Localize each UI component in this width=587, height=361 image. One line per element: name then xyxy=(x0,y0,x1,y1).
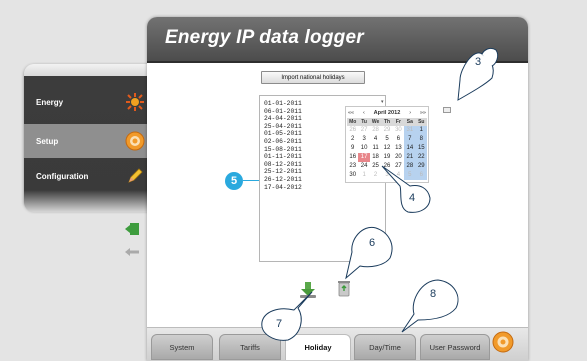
sidebar-item-label: Configuration xyxy=(36,171,89,181)
calendar-day[interactable]: 16 xyxy=(347,153,358,162)
calendar-day[interactable]: 10 xyxy=(358,144,369,153)
callout-number: 7 xyxy=(276,318,283,330)
back-arrow-icon[interactable] xyxy=(124,244,140,256)
dropdown-arrow-icon[interactable]: ▾ xyxy=(381,99,386,105)
next-month-button[interactable]: › xyxy=(409,110,411,116)
import-national-holidays-button[interactable]: Import national holidays xyxy=(261,71,365,84)
callout-5-line xyxy=(243,180,259,181)
calendar-day[interactable]: 2 xyxy=(347,135,358,144)
callout-number: 8 xyxy=(430,288,437,300)
calendar-day[interactable]: 4 xyxy=(370,135,381,144)
holiday-date-item[interactable]: 08-12-2011 xyxy=(264,161,302,169)
holiday-dates: 01-01-2011 06-01-2011 24-04-2011 25-04-2011… xyxy=(264,100,302,191)
calendar-day[interactable]: 8 xyxy=(415,135,427,144)
callout-6: 6 xyxy=(340,222,400,280)
calendar-header: «« ‹ April 2012 › »» xyxy=(346,107,428,118)
holiday-date-item[interactable]: 15-08-2011 xyxy=(264,146,302,154)
app-title: Energy IP data logger xyxy=(165,27,364,48)
calendar-day[interactable]: 21 xyxy=(404,153,416,162)
settings-gear-icon[interactable] xyxy=(491,330,515,354)
holiday-date-item[interactable]: 01-05-2011 xyxy=(264,130,302,138)
calendar-day[interactable]: 14 xyxy=(404,144,416,153)
callout-7: 7 xyxy=(254,288,318,344)
prev-month-button[interactable]: ‹ xyxy=(363,110,365,116)
calendar-day[interactable]: 9 xyxy=(347,144,358,153)
sidebar-item-energy[interactable]: Energy xyxy=(24,85,156,119)
calendar-day[interactable]: 19 xyxy=(381,153,392,162)
callout-4: 4 xyxy=(378,162,438,218)
holiday-date-item[interactable]: 24-04-2011 xyxy=(264,115,302,123)
calendar-day[interactable]: 23 xyxy=(347,162,358,171)
holiday-date-item[interactable]: 06-01-2011 xyxy=(264,108,302,116)
callout-3: 3 xyxy=(452,44,502,108)
calendar-weekday-header: Tu xyxy=(358,118,370,126)
next-year-button[interactable]: »» xyxy=(420,110,426,116)
calendar-day[interactable]: 29 xyxy=(381,126,392,135)
calendar-day[interactable]: 11 xyxy=(370,144,381,153)
prev-year-button[interactable]: «« xyxy=(348,110,354,116)
holiday-date-item[interactable]: 02-06-2011 xyxy=(264,138,302,146)
calendar-weekday-header: Mo xyxy=(347,118,359,126)
screen: Energy Setup Configuration Energy IP dat… xyxy=(0,0,587,361)
calendar-weekday-header: We xyxy=(369,118,382,126)
tab-system[interactable]: System xyxy=(151,334,213,360)
calendar-day[interactable]: 6 xyxy=(393,135,404,144)
callout-number: 3 xyxy=(475,56,482,68)
calendar-day[interactable]: 18 xyxy=(370,153,381,162)
callout-number: 4 xyxy=(409,192,416,204)
calendar-weekday-header: Fr xyxy=(392,118,405,126)
tab-day-time[interactable]: Day/Time xyxy=(354,334,416,360)
calendar-weekday-header: Sa xyxy=(404,118,416,126)
calendar-day[interactable]: 20 xyxy=(393,153,404,162)
calendar-day[interactable]: 26 xyxy=(347,126,358,135)
side-menu: Energy Setup Configuration xyxy=(24,64,156,210)
calendar-day[interactable]: 31 xyxy=(404,126,416,135)
exit-icon[interactable] xyxy=(124,222,140,236)
holiday-date-item[interactable]: 25-04-2011 xyxy=(264,123,302,131)
gear-icon xyxy=(122,128,148,154)
calendar-day[interactable]: 5 xyxy=(381,135,392,144)
calendar-day[interactable]: 15 xyxy=(415,144,427,153)
calendar-day[interactable]: 30 xyxy=(393,126,404,135)
energy-icon xyxy=(122,89,148,115)
calendar-day[interactable]: 1 xyxy=(358,171,369,180)
holiday-date-item[interactable]: 01-01-2011 xyxy=(264,100,302,108)
calendar-day[interactable]: 27 xyxy=(358,126,369,135)
callout-5: 5 xyxy=(225,172,243,190)
holiday-date-item[interactable]: 17-04-2012 xyxy=(264,184,302,192)
calendar-day[interactable]: 24 xyxy=(358,162,369,171)
holiday-date-item[interactable]: 01-11-2011 xyxy=(264,153,302,161)
calendar-day[interactable]: 17 xyxy=(358,153,370,162)
sidebar-item-configuration[interactable]: Configuration xyxy=(24,159,156,193)
tab-bar: System Tariffs Holiday Day/Time User Pas… xyxy=(147,327,528,361)
holiday-date-item[interactable]: 26-12-2011 xyxy=(264,176,302,184)
pencil-icon xyxy=(122,163,148,189)
calendar-weekday-header: Th xyxy=(381,118,393,126)
calendar-day[interactable]: 3 xyxy=(358,135,369,144)
sidebar-item-label: Energy xyxy=(36,97,64,107)
calendar-day[interactable]: 1 xyxy=(415,126,427,135)
calendar-day[interactable]: 13 xyxy=(393,144,404,153)
calendar-weekday-header: Su xyxy=(415,118,427,126)
sidebar-item-label: Setup xyxy=(36,136,59,146)
calendar-toggle-button[interactable] xyxy=(443,107,451,113)
tab-user-password[interactable]: User Password xyxy=(420,334,490,360)
calendar-day[interactable]: 28 xyxy=(370,126,381,135)
sidebar-item-setup[interactable]: Setup xyxy=(24,124,156,158)
trash-icon[interactable] xyxy=(336,279,352,297)
calendar-day[interactable]: 30 xyxy=(347,171,358,180)
holiday-date-item[interactable]: 25-12-2011 xyxy=(264,168,302,176)
calendar-day[interactable]: 22 xyxy=(415,153,427,162)
calendar-day[interactable]: 12 xyxy=(381,144,392,153)
calendar-day[interactable]: 7 xyxy=(404,135,416,144)
callout-8: 8 xyxy=(398,276,468,336)
callout-number: 6 xyxy=(369,237,376,249)
calendar-month-title: April 2012 xyxy=(373,109,401,116)
side-menu-footer xyxy=(24,190,156,212)
